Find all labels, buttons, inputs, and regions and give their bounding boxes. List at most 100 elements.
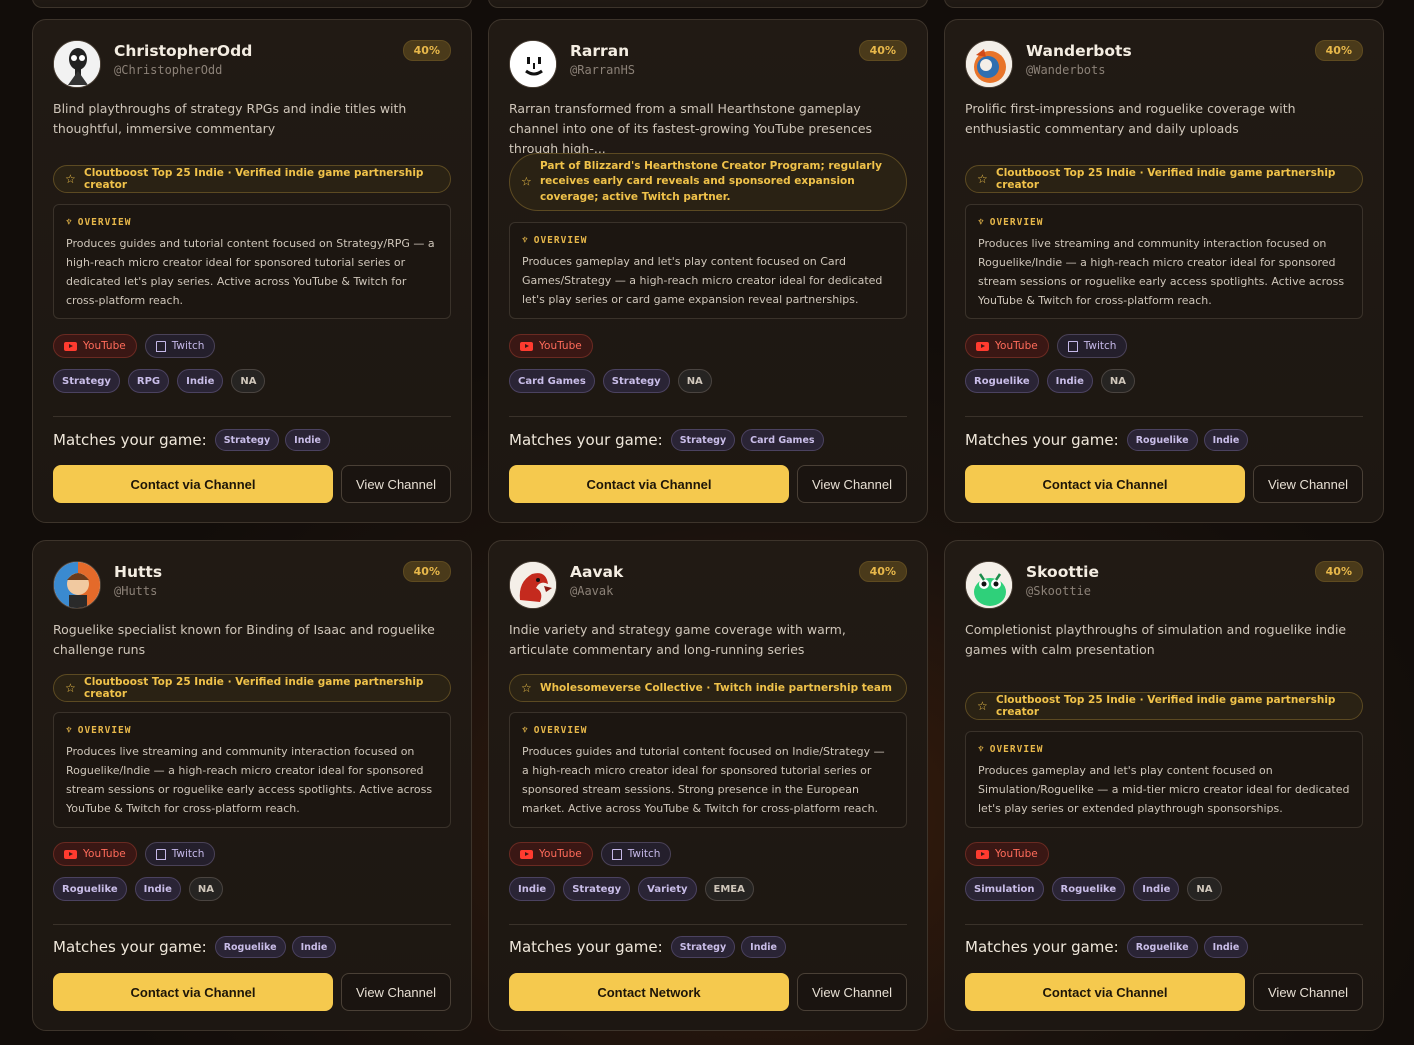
creator-description: Indie variety and strategy game coverage…	[509, 622, 846, 657]
view-channel-button[interactable]: View Channel	[797, 465, 907, 503]
match-tag: Indie	[1203, 936, 1249, 958]
twitch-icon	[155, 340, 166, 352]
twitch-chip[interactable]: Twitch	[144, 842, 216, 866]
platform-list: YouTube	[965, 842, 1049, 866]
genre-tag: Indie	[1133, 877, 1180, 901]
lightbulb-icon: ♆	[66, 725, 73, 736]
overview-title: ♆ OVERVIEW	[978, 217, 1044, 228]
view-channel-button[interactable]: View Channel	[1253, 465, 1363, 503]
creator-grid: ChristopherOdd @ChristopherOdd 40% Blind…	[0, 0, 1414, 1045]
overview-box: ♆ OVERVIEW Produces live streaming and co…	[965, 204, 1363, 319]
twitch-icon	[611, 848, 622, 860]
avatar[interactable]	[509, 40, 557, 88]
card-above-edge	[32, 0, 472, 8]
matches-row: Matches your game: Roguelike Indie	[965, 935, 1249, 959]
youtube-icon	[976, 341, 989, 351]
view-channel-button[interactable]: View Channel	[797, 973, 907, 1011]
region-tag: NA	[188, 877, 223, 901]
creator-handle: @ChristopherOdd	[114, 63, 223, 77]
view-channel-button[interactable]: View Channel	[341, 973, 451, 1011]
divider	[53, 924, 451, 925]
genre-tag: Card Games	[509, 369, 595, 393]
genre-tag: Strategy	[53, 369, 120, 393]
creator-card: Skoottie @Skoottie 40% Completionist pla…	[944, 540, 1384, 1031]
youtube-chip[interactable]: YouTube	[509, 334, 593, 358]
youtube-chip[interactable]: YouTube	[965, 842, 1049, 866]
card-header: ChristopherOdd @ChristopherOdd 40%	[53, 40, 451, 90]
creator-description: Prolific first-impressions and roguelike…	[965, 101, 1296, 136]
star-icon: ☆	[521, 174, 532, 189]
match-tag: Strategy	[670, 936, 736, 958]
star-icon: ☆	[65, 172, 76, 186]
youtube-chip[interactable]: YouTube	[53, 334, 137, 358]
genre-tags: Card Games Strategy NA	[509, 369, 712, 393]
twitch-chip[interactable]: Twitch	[144, 334, 216, 358]
overview-text: Produces guides and tutorial content foc…	[522, 745, 885, 815]
youtube-icon	[520, 849, 533, 859]
view-channel-button[interactable]: View Channel	[341, 465, 451, 503]
match-tag: Strategy	[214, 429, 280, 451]
matches-row: Matches your game: Strategy Card Games	[509, 428, 824, 452]
genre-tag: Strategy	[563, 877, 631, 901]
creator-name: Hutts	[114, 563, 163, 581]
overview-text: Produces guides and tutorial content foc…	[66, 237, 435, 307]
overview-box: ♆ OVERVIEW Produces gameplay and let's pl…	[965, 731, 1363, 828]
platform-list: YouTube Twitch	[53, 842, 216, 866]
match-tag: Strategy	[670, 429, 736, 451]
youtube-icon	[64, 341, 77, 351]
region-tag: EMEA	[704, 877, 754, 901]
match-tag: Roguelike	[1126, 429, 1198, 451]
overview-title: ♆ OVERVIEW	[66, 217, 132, 228]
badge-text: Cloutboost Top 25 Indie · Verified indie…	[996, 694, 1336, 718]
partnership-badge: ☆ Cloutboost Top 25 Indie · Verified ind…	[965, 165, 1363, 193]
twitch-icon	[1067, 340, 1078, 352]
card-above-edge	[944, 0, 1384, 8]
creator-card: ChristopherOdd @ChristopherOdd 40% Blind…	[32, 19, 472, 523]
twitch-chip[interactable]: Twitch	[1056, 334, 1128, 358]
avatar[interactable]	[509, 561, 557, 609]
match-percent-badge: 40%	[858, 561, 907, 582]
star-icon: ☆	[977, 172, 988, 186]
overview-text: Produces live streaming and community in…	[978, 237, 1345, 307]
twitch-icon	[155, 848, 166, 860]
creator-handle: @RarranHS	[570, 63, 636, 77]
badge-text: Cloutboost Top 25 Indie · Verified indie…	[84, 167, 424, 191]
match-tag: Indie	[291, 936, 337, 958]
divider	[509, 416, 907, 417]
platform-list: YouTube Twitch	[965, 334, 1128, 358]
avatar[interactable]	[53, 40, 101, 88]
genre-tags: Simulation Roguelike Indie NA	[965, 877, 1222, 901]
badge-text: Cloutboost Top 25 Indie · Verified indie…	[996, 167, 1336, 191]
genre-tag: Strategy	[602, 369, 670, 393]
youtube-chip[interactable]: YouTube	[53, 842, 137, 866]
matches-row: Matches your game: Roguelike Indie	[965, 428, 1249, 452]
avatar[interactable]	[965, 561, 1013, 609]
youtube-chip[interactable]: YouTube	[509, 842, 593, 866]
youtube-icon	[520, 341, 533, 351]
matches-label: Matches your game:	[509, 938, 663, 956]
match-tag: Indie	[741, 936, 786, 958]
matches-label: Matches your game:	[965, 431, 1119, 449]
overview-box: ♆ OVERVIEW Produces guides and tutorial c…	[53, 204, 451, 319]
avatar[interactable]	[53, 561, 101, 609]
contact-button[interactable]: Contact via Channel	[53, 465, 333, 503]
genre-tags: Roguelike Indie NA	[965, 369, 1135, 393]
creator-card: Rarran @RarranHS 40% Rarran transformed …	[488, 19, 928, 523]
lightbulb-icon: ♆	[66, 217, 73, 228]
avatar[interactable]	[965, 40, 1013, 88]
matches-label: Matches your game:	[509, 431, 663, 449]
contact-button[interactable]: Contact via Channel	[965, 465, 1245, 503]
overview-box: ♆ OVERVIEW Produces live streaming and co…	[53, 712, 451, 828]
contact-button[interactable]: Contact via Channel	[965, 973, 1245, 1011]
youtube-chip[interactable]: YouTube	[965, 334, 1049, 358]
overview-text: Produces gameplay and let's play content…	[522, 255, 883, 306]
view-channel-button[interactable]: View Channel	[1253, 973, 1363, 1011]
platform-list: YouTube Twitch	[53, 334, 216, 358]
contact-button[interactable]: Contact via Channel	[509, 465, 789, 503]
lightbulb-icon: ♆	[978, 217, 985, 228]
contact-button[interactable]: Contact Network	[509, 973, 789, 1011]
contact-button[interactable]: Contact via Channel	[53, 973, 333, 1011]
lightbulb-icon: ♆	[522, 725, 529, 736]
matches-label: Matches your game:	[53, 938, 207, 956]
twitch-chip[interactable]: Twitch	[600, 842, 672, 866]
